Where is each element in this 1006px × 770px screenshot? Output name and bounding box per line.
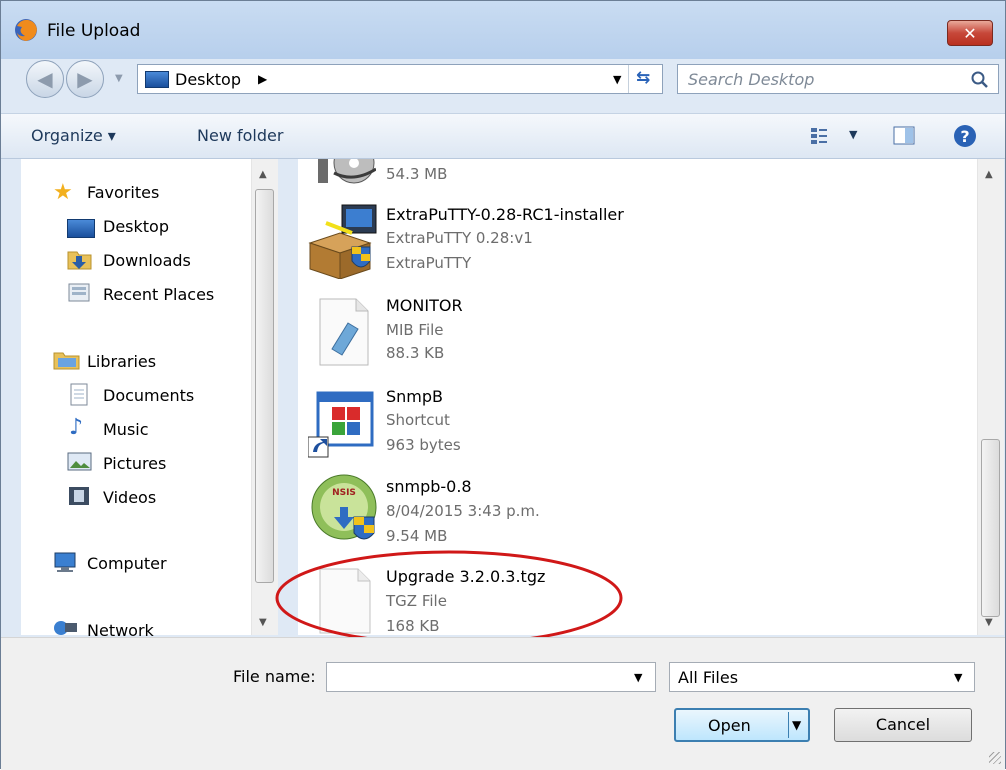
breadcrumb-arrow-icon[interactable]: ▶: [258, 72, 267, 86]
refresh-icon[interactable]: ⇆: [636, 68, 650, 88]
file-list-scrollbar[interactable]: ▲ ▼: [977, 159, 1004, 635]
file-name-field[interactable]: ▼: [326, 662, 656, 692]
navigation-pane: ★ Favorites Desktop Downloads Recent Pla…: [21, 159, 277, 640]
nav-videos[interactable]: Videos: [103, 488, 156, 507]
search-input[interactable]: Search Desktop: [688, 70, 814, 89]
file-type-select[interactable]: All Files ▼: [669, 662, 975, 692]
command-toolbar: Organize ▾ New folder ▼ ?: [1, 113, 1005, 159]
forward-arrow-icon: ▶: [77, 67, 93, 91]
computer-icon: [54, 552, 76, 572]
search-icon[interactable]: [970, 70, 990, 90]
svg-text:NSIS: NSIS: [332, 488, 356, 498]
nav-desktop[interactable]: Desktop: [103, 217, 169, 236]
change-view-icon[interactable]: [809, 126, 829, 146]
svg-text:?: ?: [960, 127, 969, 146]
open-options-dropdown-icon[interactable]: ▼: [792, 718, 801, 732]
nav-computer[interactable]: Computer: [87, 554, 167, 573]
network-icon: [54, 621, 77, 635]
file-type-value[interactable]: All Files: [678, 668, 738, 687]
file-name[interactable]: snmpb-0.8: [386, 477, 472, 496]
scroll-down-arrow-icon[interactable]: ▼: [259, 617, 267, 628]
shortcut-app-icon: [307, 391, 374, 458]
nav-music[interactable]: Music: [103, 420, 149, 439]
file-item-extraputty-installer[interactable]: [306, 203, 378, 280]
firefox-icon: [15, 19, 37, 41]
file-size: 54.3 MB: [386, 165, 448, 183]
recent-places-icon: [68, 283, 90, 302]
desktop-icon: [67, 219, 95, 238]
file-name-dropdown-icon[interactable]: ▼: [634, 671, 642, 684]
window-title: File Upload: [47, 21, 141, 41]
help-icon[interactable]: ?: [953, 124, 977, 148]
libraries-icon: [53, 352, 80, 370]
open-split-divider: [788, 712, 789, 738]
forward-button[interactable]: ▶: [66, 60, 104, 98]
close-button[interactable]: ✕: [947, 20, 993, 46]
new-folder-button[interactable]: New folder: [197, 126, 283, 145]
file-detail: ExtraPuTTY: [386, 254, 472, 272]
downloads-folder-icon: [67, 251, 92, 270]
installer-disc-icon: [318, 159, 376, 184]
file-list-scrollbar-thumb[interactable]: [981, 439, 1000, 617]
favorites-star-icon: ★: [53, 180, 73, 205]
file-item-partial[interactable]: [316, 159, 376, 187]
address-bar[interactable]: Desktop ▶ ▼ ⇆: [137, 64, 663, 94]
nav-recent-places[interactable]: Recent Places: [103, 285, 214, 304]
file-name[interactable]: ExtraPuTTY-0.28-RC1-installer: [386, 205, 624, 224]
navigation-scrollbar-thumb[interactable]: [255, 189, 274, 583]
file-item-snmpb-installer[interactable]: NSIS: [310, 473, 380, 545]
address-dropdown-icon[interactable]: ▼: [613, 73, 621, 86]
file-name-label: File name:: [233, 667, 316, 686]
view-options-chevron-icon[interactable]: ▼: [849, 128, 857, 141]
file-type-dropdown-icon[interactable]: ▼: [954, 671, 962, 684]
file-item-snmpb-shortcut[interactable]: [307, 391, 374, 459]
pictures-icon: [67, 452, 92, 471]
file-detail: 88.3 KB: [386, 344, 445, 362]
nav-favorites[interactable]: Favorites: [87, 183, 159, 202]
generic-document-icon: [319, 298, 369, 366]
installer-box-icon: [308, 204, 377, 280]
scroll-up-arrow-icon[interactable]: ▲: [985, 169, 993, 180]
desktop-folder-icon: [145, 71, 169, 88]
resize-grip[interactable]: [989, 752, 1001, 764]
file-detail: MIB File: [386, 321, 444, 339]
nav-pictures[interactable]: Pictures: [103, 454, 166, 473]
file-detail: 9.54 MB: [386, 527, 448, 545]
address-location[interactable]: Desktop: [175, 70, 241, 89]
file-detail: 8/04/2015 3:43 p.m.: [386, 502, 540, 520]
open-button[interactable]: Open ▼: [674, 708, 810, 742]
nav-documents[interactable]: Documents: [103, 386, 194, 405]
nav-libraries[interactable]: Libraries: [87, 352, 156, 371]
open-button-label[interactable]: Open: [708, 716, 751, 735]
back-button[interactable]: ◀: [26, 60, 64, 98]
documents-icon: [70, 383, 88, 406]
file-detail: Shortcut: [386, 411, 450, 429]
dialog-footer: File name: ▼ All Files ▼ Open ▼ Cancel: [1, 637, 1005, 770]
preview-pane-icon[interactable]: [893, 126, 915, 146]
file-detail: ExtraPuTTY 0.28:v1: [386, 229, 533, 247]
music-icon: ♪: [69, 415, 84, 440]
organize-button[interactable]: Organize ▾: [31, 126, 116, 145]
scroll-down-arrow-icon[interactable]: ▼: [985, 617, 993, 628]
file-name[interactable]: SnmpB: [386, 387, 443, 406]
cancel-button[interactable]: Cancel: [834, 708, 972, 742]
title-bar: File Upload ✕: [1, 1, 1005, 59]
file-name[interactable]: MONITOR: [386, 296, 463, 315]
back-arrow-icon: ◀: [37, 67, 53, 91]
nav-downloads[interactable]: Downloads: [103, 251, 191, 270]
file-detail: 963 bytes: [386, 436, 461, 454]
nsis-installer-icon: NSIS: [311, 474, 377, 540]
recent-pages-chevron-icon[interactable]: ▼: [115, 73, 123, 84]
search-box[interactable]: Search Desktop: [677, 64, 999, 94]
address-divider: [628, 65, 629, 93]
file-upload-dialog: File Upload ✕ ◀ ▶ ▼ Desktop ▶ ▼ ⇆ Search…: [0, 0, 1006, 770]
file-item-monitor[interactable]: [318, 297, 370, 367]
videos-icon: [69, 487, 89, 505]
scroll-up-arrow-icon[interactable]: ▲: [259, 169, 267, 180]
